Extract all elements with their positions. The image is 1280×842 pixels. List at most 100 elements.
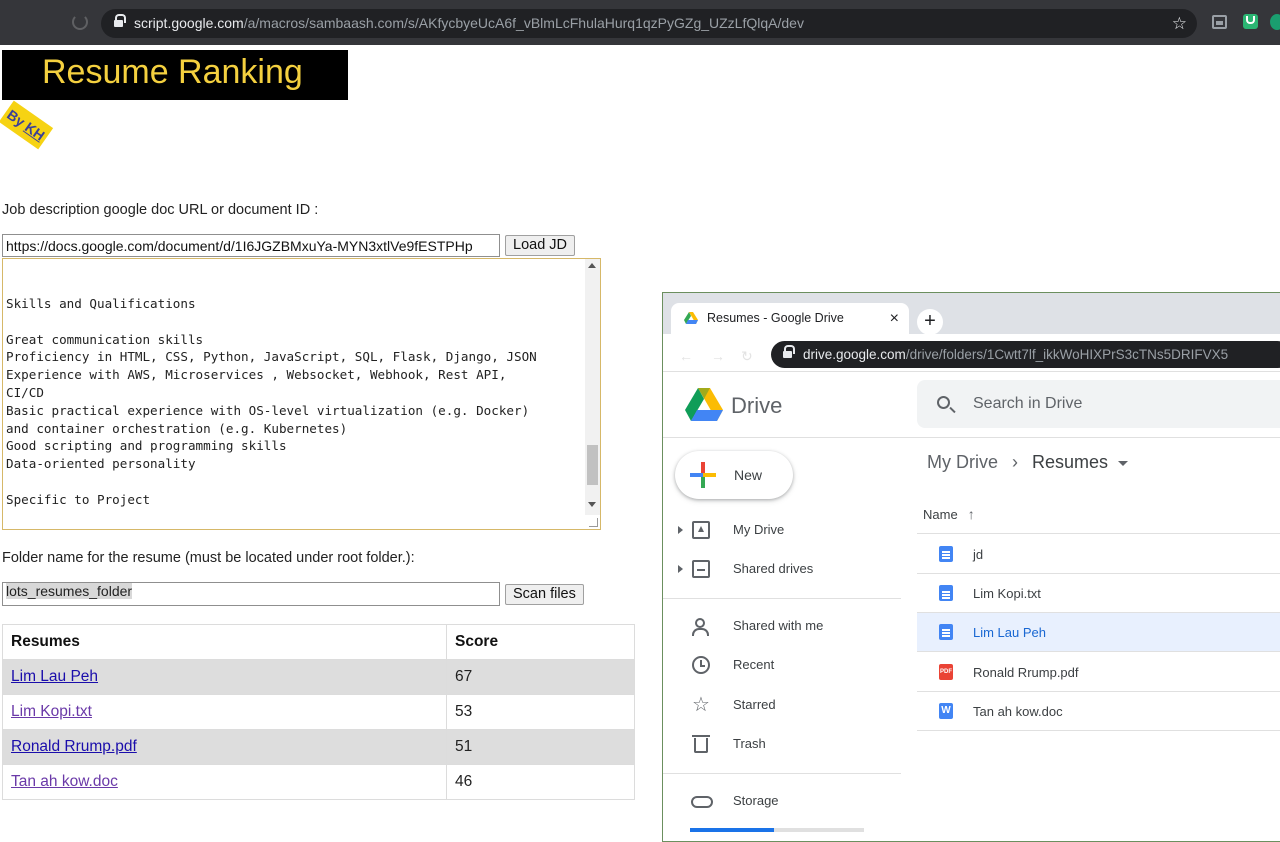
pdf-file-icon: PDF (939, 664, 953, 680)
drive-address-path: /drive/folders/1Cwtt7lf_ikkWoHIXPrS3cTNs… (905, 347, 1229, 362)
tab-drive[interactable]: Resumes - Google Drive × (671, 303, 909, 334)
forward-icon[interactable]: → (711, 348, 725, 364)
sort-arrow-up-icon[interactable]: ↑ (968, 506, 975, 522)
drive-address-bar[interactable]: drive.google.com/drive/folders/1Cwtt7lf_… (771, 341, 1280, 368)
sidebar-divider (663, 773, 901, 774)
sidebar-item-trash[interactable]: Trash (663, 728, 903, 760)
resume-link[interactable]: Ronald Rrump.pdf (11, 738, 137, 755)
jd-label: Job description google doc URL or docume… (2, 202, 319, 218)
score-cell: 51 (446, 729, 635, 765)
new-tab-button[interactable]: + (917, 309, 943, 335)
file-row-tan-ah-kow[interactable]: W Tan ah kow.doc (917, 692, 1280, 731)
table-row: Tan ah kow.doc 46 (2, 764, 635, 800)
results-table: Resumes Score Lim Lau Peh 67 Lim Kopi.tx… (2, 624, 635, 800)
score-cell: 53 (446, 694, 635, 730)
google-doc-icon (939, 546, 953, 562)
breadcrumb-resumes[interactable]: Resumes (1032, 452, 1108, 472)
sidebar-item-storage[interactable]: Storage (663, 785, 903, 817)
cloud-icon (691, 796, 713, 808)
new-button-label: New (734, 467, 763, 483)
scan-files-button[interactable]: Scan files (505, 584, 584, 605)
file-name: Lim Kopi.txt (973, 586, 1041, 601)
folder-input[interactable]: lots_resumes_folder (2, 582, 500, 606)
drive-address-host: drive.google.com (803, 347, 906, 362)
table-row: Ronald Rrump.pdf 51 (2, 729, 635, 765)
sidebar-item-recent[interactable]: Recent (663, 649, 903, 681)
breadcrumb-my-drive[interactable]: My Drive (927, 452, 998, 472)
file-row-ronald-rrump[interactable]: PDF Ronald Rrump.pdf (917, 653, 1280, 692)
file-row-lim-kopi[interactable]: Lim Kopi.txt (917, 574, 1280, 613)
resume-link[interactable]: Tan ah kow.doc (11, 773, 118, 790)
back-icon[interactable]: ← (679, 348, 693, 364)
cast-extension-icon[interactable] (1212, 15, 1227, 29)
shield-extension-icon[interactable] (1243, 14, 1258, 29)
google-drive-logo-icon[interactable] (685, 388, 723, 422)
load-jd-button[interactable]: Load JD (505, 235, 576, 256)
breadcrumb: My Drive › Resumes (927, 452, 1129, 473)
google-doc-icon (939, 624, 953, 640)
drive-header: Drive Search in Drive (663, 372, 1280, 438)
file-row-jd[interactable]: jd (917, 535, 1280, 574)
resume-link[interactable]: Lim Lau Peh (11, 668, 98, 685)
sidebar-item-starred[interactable]: ☆ Starred (663, 689, 903, 721)
file-name: Lim Lau Peh (973, 625, 1046, 640)
address-host: script.google.com (134, 15, 244, 31)
sidebar-item-my-drive[interactable]: My Drive (663, 514, 903, 546)
sidebar-divider (663, 598, 901, 599)
drive-app-name: Drive (731, 393, 783, 418)
sidebar-item-label: Recent (733, 657, 775, 672)
sidebar-item-label: Trash (733, 736, 766, 751)
word-file-icon: W (939, 703, 953, 719)
profile-extension-icon[interactable] (1270, 14, 1280, 30)
author-badge: By KH (0, 100, 54, 150)
sidebar-item-label: Storage (733, 793, 779, 808)
scroll-up-icon[interactable] (588, 263, 596, 268)
header-resumes: Resumes (2, 624, 447, 660)
people-icon (692, 617, 710, 636)
bookmark-star-icon[interactable]: ☆ (1172, 9, 1187, 38)
expand-caret-icon[interactable] (678, 565, 683, 573)
scroll-down-icon[interactable] (588, 502, 596, 507)
file-list-header[interactable]: Name ↑ (917, 495, 1280, 534)
jd-textarea[interactable]: Skills and Qualifications Great communic… (2, 258, 601, 530)
folder-label: Folder name for the resume (must be loca… (2, 550, 415, 566)
address-bar[interactable]: script.google.com/a/macros/sambaash.com/… (101, 9, 1197, 38)
resize-grip-icon[interactable] (589, 518, 598, 527)
file-name: Ronald Rrump.pdf (973, 665, 1079, 680)
header-score: Score (446, 624, 635, 660)
score-cell: 46 (446, 764, 635, 800)
drive-search-input[interactable]: Search in Drive (917, 380, 1280, 428)
jd-scrollbar[interactable] (585, 259, 600, 515)
jd-text-content: Skills and Qualifications Great communic… (6, 296, 537, 507)
plus-icon (690, 462, 716, 488)
browser-toolbar: script.google.com/a/macros/sambaash.com/… (0, 0, 1280, 45)
address-path: /a/macros/sambaash.com/s/AKfycbyeUcA6f_v… (243, 15, 804, 31)
resume-link[interactable]: Lim Kopi.txt (11, 703, 92, 720)
folder-input-value: lots_resumes_folder (6, 583, 133, 599)
scroll-thumb[interactable] (587, 445, 598, 485)
search-placeholder: Search in Drive (973, 395, 1083, 412)
chevron-down-icon[interactable] (1118, 460, 1129, 466)
reload-icon[interactable]: ↻ (741, 348, 753, 365)
name-column-label: Name (923, 507, 958, 522)
tab-title: Resumes - Google Drive (707, 311, 844, 325)
table-header-row: Resumes Score (2, 624, 635, 660)
drive-tabstrip: Resumes - Google Drive × + (663, 293, 1280, 335)
sidebar-item-label: Shared with me (733, 618, 824, 633)
trash-icon (692, 735, 710, 753)
sidebar-item-shared-with-me[interactable]: Shared with me (663, 610, 903, 642)
drive-favicon-icon (684, 312, 698, 324)
reload-icon[interactable] (72, 14, 88, 30)
expand-caret-icon[interactable] (678, 526, 683, 534)
tab-close-icon[interactable]: × (890, 303, 899, 334)
app-title-banner: Resume Ranking (2, 50, 348, 100)
search-icon[interactable] (937, 396, 950, 409)
app-title: Resume Ranking (42, 53, 303, 91)
file-name: Tan ah kow.doc (973, 704, 1063, 719)
file-row-lim-lau-peh[interactable]: Lim Lau Peh (917, 613, 1280, 652)
clock-icon (692, 656, 710, 674)
sidebar-item-shared-drives[interactable]: Shared drives (663, 553, 903, 585)
new-button[interactable]: New (675, 451, 793, 499)
jd-url-input[interactable] (2, 234, 500, 257)
sidebar-item-label: Starred (733, 697, 776, 712)
